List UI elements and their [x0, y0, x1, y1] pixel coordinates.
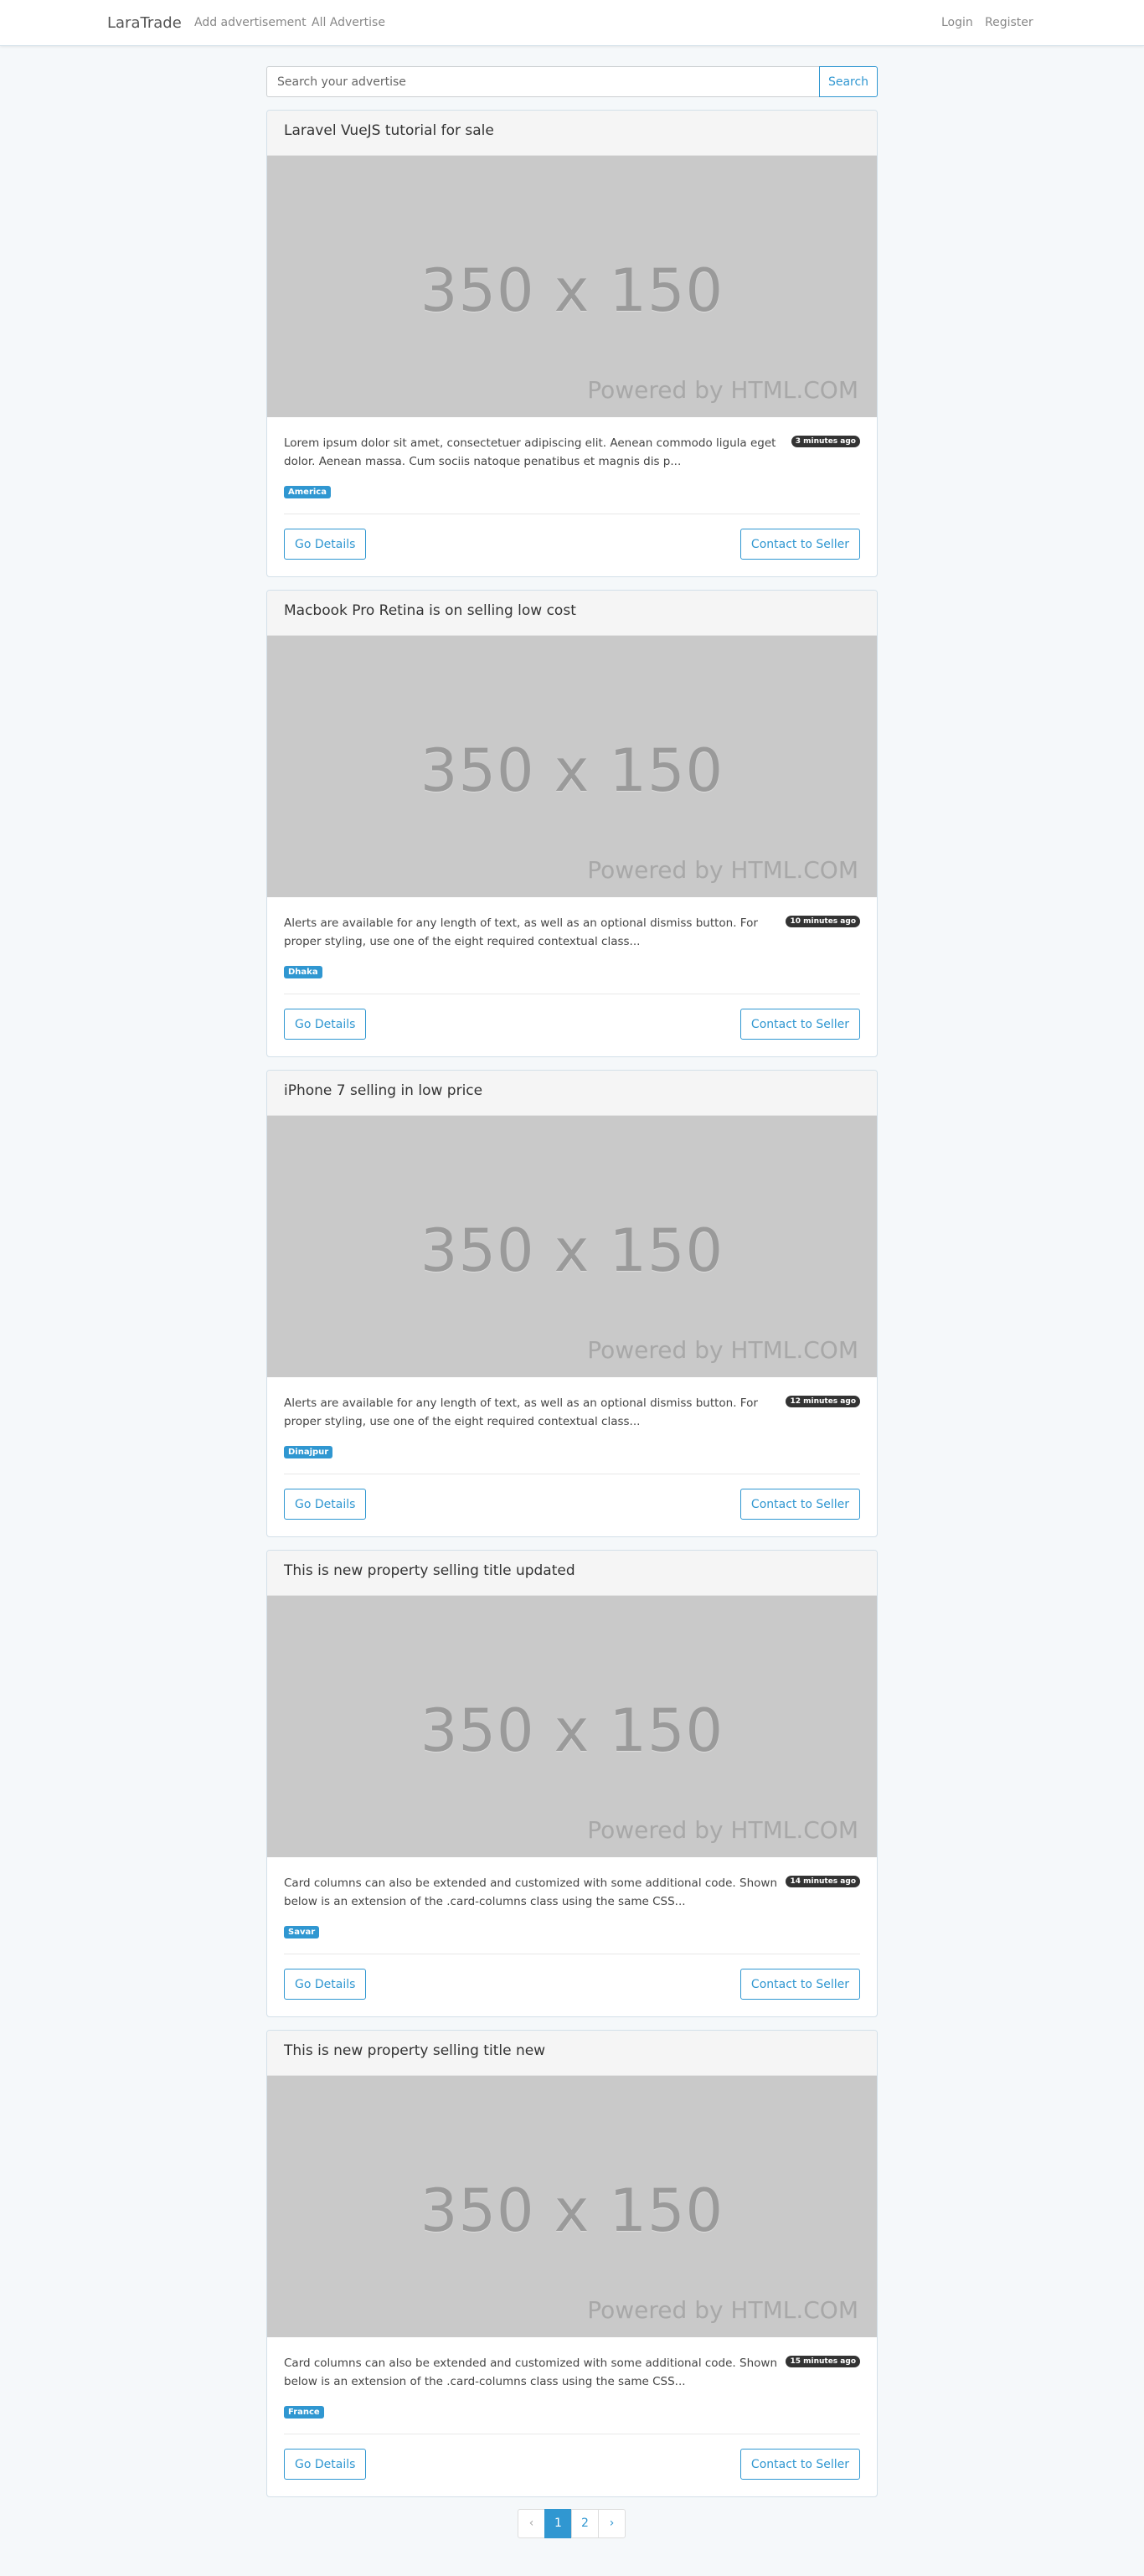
search-button[interactable]: Search [819, 66, 878, 97]
go-details-button[interactable]: Go Details [284, 1009, 367, 1040]
time-badge: 3 minutes ago [791, 436, 860, 447]
image-size-label: 350 x 150 [420, 2176, 724, 2245]
ad-body: Alerts are available for any length of t… [267, 897, 877, 1056]
ad-excerpt: Lorem ipsum dolor sit amet, consectetuer… [284, 436, 776, 468]
ad-body: Card columns can also be extended and cu… [267, 1857, 877, 2016]
ad-image-placeholder: 350 x 150 Powered by HTML.COM [267, 636, 877, 897]
ad-body: Lorem ipsum dolor sit amet, consectetuer… [267, 417, 877, 576]
contact-seller-button[interactable]: Contact to Seller [739, 529, 860, 560]
ad-card: This is new property selling title new 3… [266, 2030, 878, 2497]
ad-image-placeholder: 350 x 150 Powered by HTML.COM [267, 1596, 877, 1857]
location-badge[interactable]: Dinajpur [284, 1446, 333, 1458]
ad-excerpt: Card columns can also be extended and cu… [284, 2357, 777, 2388]
pagination-page-2[interactable]: 2 [571, 2509, 599, 2538]
ad-title: Macbook Pro Retina is on selling low cos… [267, 591, 877, 636]
nav-all-advertise[interactable]: All Advertise [312, 16, 385, 29]
ad-excerpt: Card columns can also be extended and cu… [284, 1877, 777, 1908]
ad-image-placeholder: 350 x 150 Powered by HTML.COM [267, 156, 877, 417]
time-badge: 10 minutes ago [786, 916, 860, 927]
time-badge: 15 minutes ago [786, 2356, 860, 2367]
contact-seller-button[interactable]: Contact to Seller [739, 1009, 860, 1040]
ad-title: This is new property selling title new [267, 2031, 877, 2076]
ad-card: This is new property selling title updat… [266, 1550, 878, 2017]
image-powered-label: Powered by HTML.COM [587, 2296, 858, 2324]
ad-excerpt: Alerts are available for any length of t… [284, 916, 758, 948]
ad-image-placeholder: 350 x 150 Powered by HTML.COM [267, 1116, 877, 1377]
ad-title: iPhone 7 selling in low price [267, 1071, 877, 1116]
brand-logo[interactable]: LaraTrade [107, 14, 182, 32]
contact-seller-button[interactable]: Contact to Seller [739, 2449, 860, 2480]
contact-seller-button[interactable]: Contact to Seller [739, 1489, 860, 1520]
pagination: ‹ 1 2 › [518, 2509, 626, 2538]
ad-image-placeholder: 350 x 150 Powered by HTML.COM [267, 2076, 877, 2337]
image-powered-label: Powered by HTML.COM [587, 856, 858, 884]
image-size-label: 350 x 150 [420, 1216, 724, 1285]
ad-title: This is new property selling title updat… [267, 1551, 877, 1596]
ad-card: Macbook Pro Retina is on selling low cos… [266, 590, 878, 1057]
ad-body: Alerts are available for any length of t… [267, 1377, 877, 1536]
time-badge: 12 minutes ago [786, 1396, 860, 1407]
pagination-next[interactable]: › [598, 2509, 626, 2538]
top-navbar: LaraTrade Add advertisement All Advertis… [0, 0, 1144, 46]
go-details-button[interactable]: Go Details [284, 1489, 367, 1520]
go-details-button[interactable]: Go Details [284, 1969, 367, 2000]
image-size-label: 350 x 150 [420, 736, 724, 805]
nav-add-advertisement[interactable]: Add advertisement [194, 16, 307, 29]
image-powered-label: Powered by HTML.COM [587, 1336, 858, 1364]
search-input[interactable] [266, 66, 819, 97]
pagination-page-1[interactable]: 1 [544, 2509, 572, 2538]
go-details-button[interactable]: Go Details [284, 529, 367, 560]
time-badge: 14 minutes ago [786, 1876, 860, 1887]
contact-seller-button[interactable]: Contact to Seller [739, 1969, 860, 2000]
ad-card: Laravel VueJS tutorial for sale 350 x 15… [266, 110, 878, 577]
nav-register[interactable]: Register [985, 16, 1033, 29]
ad-body: Card columns can also be extended and cu… [267, 2337, 877, 2496]
location-badge[interactable]: Dhaka [284, 966, 322, 978]
image-size-label: 350 x 150 [420, 1696, 724, 1765]
location-badge[interactable]: Savar [284, 1926, 320, 1938]
image-powered-label: Powered by HTML.COM [587, 1816, 858, 1844]
go-details-button[interactable]: Go Details [284, 2449, 367, 2480]
nav-login[interactable]: Login [941, 16, 973, 29]
location-badge[interactable]: France [284, 2406, 324, 2419]
image-size-label: 350 x 150 [420, 256, 724, 325]
image-powered-label: Powered by HTML.COM [587, 376, 858, 404]
ad-title: Laravel VueJS tutorial for sale [267, 111, 877, 156]
ad-card: iPhone 7 selling in low price 350 x 150 … [266, 1070, 878, 1537]
ad-excerpt: Alerts are available for any length of t… [284, 1396, 758, 1428]
pagination-prev[interactable]: ‹ [518, 2509, 545, 2538]
location-badge[interactable]: America [284, 486, 331, 498]
